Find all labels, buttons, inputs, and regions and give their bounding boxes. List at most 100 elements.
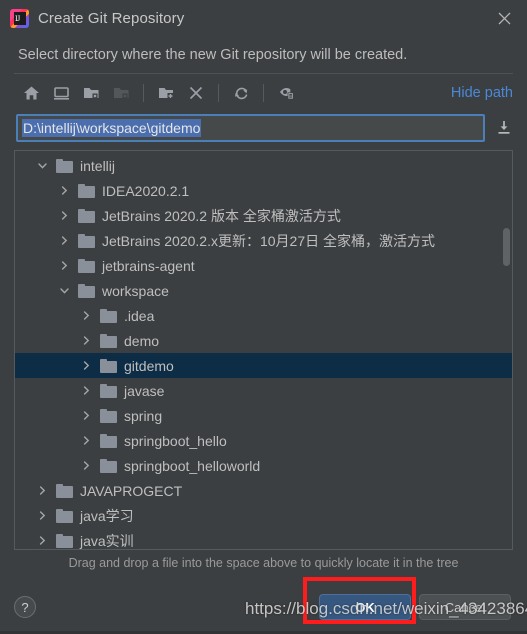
chevron-down-icon[interactable]	[33, 153, 51, 178]
tree-item-label: springboot_hello	[124, 432, 227, 449]
path-input[interactable]: D:\intellij\workspace\gitdemo	[16, 114, 485, 142]
tree-row[interactable]: IDEA2020.2.1	[15, 178, 512, 203]
chevron-right-icon[interactable]	[77, 403, 95, 428]
desktop-icon	[53, 87, 69, 100]
help-button[interactable]: ?	[14, 596, 36, 618]
tree-scrollbar-thumb[interactable]	[503, 228, 510, 266]
chevron-right-icon[interactable]	[77, 303, 95, 328]
tree-item-label: javase	[124, 382, 165, 399]
tree-row[interactable]: intellij	[15, 153, 512, 178]
toolbar-divider-3	[263, 84, 264, 102]
tree-row[interactable]: springboot_helloworld	[15, 453, 512, 478]
close-button[interactable]	[481, 0, 527, 36]
desktop-button[interactable]	[46, 79, 76, 107]
load-path-icon	[498, 121, 510, 134]
chevron-right-icon[interactable]	[77, 453, 95, 478]
toolbar-divider-2	[218, 84, 219, 102]
folder-project-icon	[83, 88, 98, 99]
path-input-value: D:\intellij\workspace\gitdemo	[22, 119, 202, 137]
directory-tree: intellij IDEA2020.2.1 JetBrains 2020.2 版本 …	[15, 151, 512, 549]
path-row: D:\intellij\workspace\gitdemo	[0, 112, 527, 144]
tree-item-label: workspace	[102, 282, 169, 299]
show-hidden-files-button[interactable]	[271, 79, 301, 107]
chevron-right-icon[interactable]	[77, 328, 95, 353]
tree-item-label: JetBrains 2020.2 版本 全家桶激活方式	[102, 207, 341, 224]
close-icon	[498, 12, 510, 24]
delete-button[interactable]	[181, 79, 211, 107]
ok-button[interactable]: OK	[319, 594, 411, 620]
window-title: Create Git Repository	[38, 9, 185, 27]
tree-row[interactable]: JetBrains 2020.2 版本 全家桶激活方式	[15, 203, 512, 228]
tree-row[interactable]: demo	[15, 328, 512, 353]
load-path-button[interactable]	[491, 114, 517, 142]
action-buttons: OK Cancel	[319, 594, 511, 620]
tree-item-label: java实训	[80, 532, 134, 549]
chevron-right-icon[interactable]	[55, 228, 73, 253]
tree-item-label: JetBrains 2020.2.x更新：10月27日 全家桶，激活方式	[102, 232, 435, 249]
hide-path-link[interactable]: Hide path	[451, 85, 513, 101]
chevron-down-icon[interactable]	[55, 278, 73, 303]
folder-icon	[56, 508, 73, 523]
tree-row[interactable]: javase	[15, 378, 512, 403]
tree-item-label: IDEA2020.2.1	[102, 182, 190, 199]
tree-row[interactable]: JetBrains 2020.2.x更新：10月27日 全家桶，激活方式	[15, 228, 512, 253]
project-folder-button[interactable]	[76, 79, 106, 107]
module-folder-button	[106, 79, 136, 107]
chevron-right-icon[interactable]	[77, 378, 95, 403]
cancel-button[interactable]: Cancel	[419, 594, 511, 620]
tree-item-label: intellij	[80, 157, 116, 174]
chevron-right-icon[interactable]	[33, 528, 51, 549]
delete-icon	[189, 86, 203, 100]
tree-row[interactable]: JAVAPROGECT	[15, 478, 512, 503]
tree-row[interactable]: .idea	[15, 303, 512, 328]
dialog-prompt: Select directory where the new Git repos…	[18, 47, 408, 63]
directory-tree-panel[interactable]: intellij IDEA2020.2.1 JetBrains 2020.2 版本 …	[14, 150, 513, 550]
tree-row[interactable]: jetbrains-agent	[15, 253, 512, 278]
tree-item-label: jetbrains-agent	[102, 257, 195, 274]
tree-row[interactable]: java实训	[15, 528, 512, 549]
tree-scrollbar[interactable]	[501, 152, 511, 548]
dialog-button-bar: ? OK Cancel	[0, 580, 527, 634]
intellij-idea-logo-icon	[10, 8, 29, 28]
tree-row[interactable]: gitdemo	[15, 353, 512, 378]
tree-row[interactable]: springboot_hello	[15, 428, 512, 453]
chevron-right-icon[interactable]	[33, 478, 51, 503]
tree-item-label: JAVAPROGECT	[80, 482, 183, 499]
folder-icon	[100, 383, 117, 398]
home-button[interactable]	[16, 79, 46, 107]
chevron-right-icon[interactable]	[55, 203, 73, 228]
chevron-right-icon[interactable]	[77, 353, 95, 378]
folder-icon	[100, 433, 117, 448]
folder-icon	[56, 533, 73, 548]
folder-icon	[78, 233, 95, 248]
drag-drop-hint: Drag and drop a file into the space abov…	[68, 556, 459, 570]
tree-row[interactable]: spring	[15, 403, 512, 428]
folder-icon	[78, 258, 95, 273]
new-folder-button[interactable]	[151, 79, 181, 107]
tree-item-label: spring	[124, 407, 163, 424]
chevron-right-icon[interactable]	[55, 253, 73, 278]
refresh-button[interactable]	[226, 79, 256, 107]
tree-item-label: java学习	[80, 507, 134, 524]
chevron-right-icon[interactable]	[33, 503, 51, 528]
tree-row[interactable]: workspace	[15, 278, 512, 303]
folder-icon	[100, 358, 117, 373]
tree-row[interactable]: java学习	[15, 503, 512, 528]
chevron-right-icon[interactable]	[55, 178, 73, 203]
chevron-right-icon[interactable]	[77, 428, 95, 453]
home-icon	[23, 86, 39, 100]
toolbar-divider-1	[143, 84, 144, 102]
